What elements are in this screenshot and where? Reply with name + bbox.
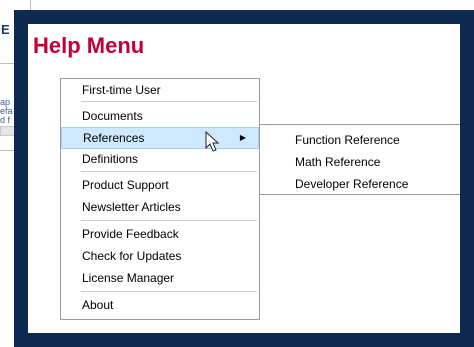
background-window-title: E <box>1 22 10 37</box>
menu-separator <box>81 101 257 102</box>
background-text: ap efa d f <box>0 98 13 125</box>
help-menu: First-time User Documents References ▶ D… <box>60 78 260 320</box>
menu-item-check-for-updates[interactable]: Check for Updates <box>61 245 259 267</box>
menu-separator <box>81 171 257 172</box>
menu-item-label: Provide Feedback <box>82 227 179 241</box>
menu-item-label: Documents <box>82 109 143 123</box>
menu-item-product-support[interactable]: Product Support <box>61 174 259 196</box>
menu-item-label: Definitions <box>82 152 139 166</box>
menu-item-label: License Manager <box>82 271 175 285</box>
menu-item-about[interactable]: About <box>61 294 259 316</box>
menu-item-documents[interactable]: Documents <box>61 105 259 127</box>
menu-item-label: About <box>82 298 114 312</box>
menu-item-references[interactable]: References ▶ <box>61 127 259 149</box>
menu-item-first-time-user[interactable]: First-time User <box>61 79 259 101</box>
menu-item-newsletter-articles[interactable]: Newsletter Articles <box>61 196 259 218</box>
menu-item-label: References <box>83 131 145 145</box>
menu-item-label: Product Support <box>82 178 169 192</box>
submenu-panel: Function Reference Math Reference Develo… <box>260 125 460 195</box>
references-submenu: Function Reference Math Reference Develo… <box>259 78 460 320</box>
panel-title: Help Menu <box>33 33 145 58</box>
menu-item-provide-feedback[interactable]: Provide Feedback <box>61 223 259 245</box>
menu-item-license-manager[interactable]: License Manager <box>61 267 259 289</box>
menu-separator <box>81 220 257 221</box>
menu-item-label: Newsletter Articles <box>82 200 181 214</box>
submenu-item-function-reference[interactable]: Function Reference <box>295 133 400 147</box>
menu-item-label: Check for Updates <box>82 249 182 263</box>
submenu-top-area <box>260 78 460 125</box>
menu-item-label: First-time User <box>82 83 161 97</box>
background-text-line: d f <box>0 115 11 125</box>
submenu-arrow-icon: ▶ <box>239 133 246 142</box>
submenu-item-math-reference[interactable]: Math Reference <box>295 155 380 169</box>
menu-separator <box>81 291 257 292</box>
menu-item-definitions[interactable]: Definitions <box>61 148 259 170</box>
mouse-pointer-icon <box>205 131 220 152</box>
submenu-item-developer-reference[interactable]: Developer Reference <box>295 177 408 191</box>
background-app <box>0 0 474 10</box>
